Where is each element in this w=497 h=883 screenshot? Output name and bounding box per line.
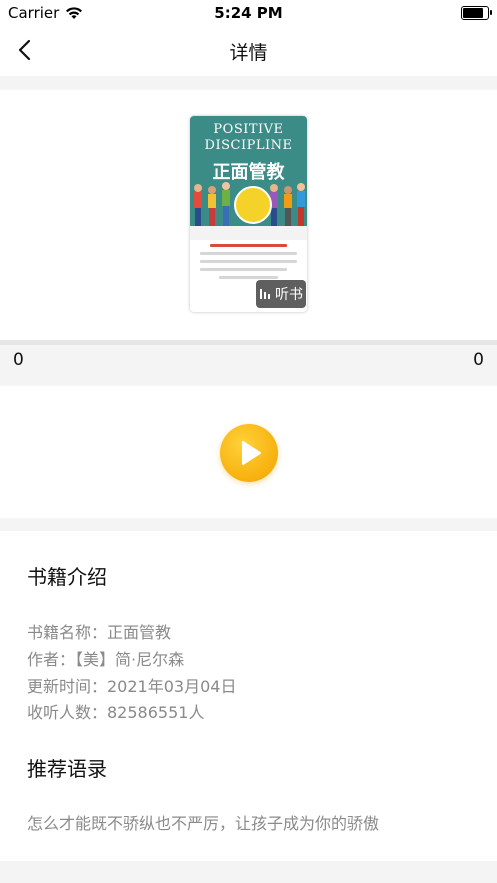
listen-button[interactable]: 听书 (256, 280, 306, 308)
battery-icon (461, 6, 492, 20)
page-title: 详情 (229, 41, 268, 64)
chevron-left-icon (18, 39, 31, 61)
updated-line: 更新时间：2021年03月04日 (27, 677, 237, 696)
quotes-heading: 推荐语录 (27, 757, 107, 781)
status-bar: Carrier 5:24 PM (0, 0, 497, 26)
intro-heading: 书籍介绍 (27, 565, 107, 589)
author-line: 作者：【美】简·尼尔森 (27, 650, 185, 669)
listen-label: 听书 (275, 287, 303, 303)
book-cover[interactable]: POSITIVE DISCIPLINE 正面管教 听书 (190, 116, 307, 312)
cover-title-line2: DISCIPLINE (204, 138, 293, 153)
play-icon (242, 441, 261, 465)
total-time: 0 (473, 350, 484, 370)
status-time: 5:24 PM (214, 4, 283, 22)
progress-section: 0 0 (0, 340, 497, 386)
cover-section: POSITIVE DISCIPLINE 正面管教 听书 (0, 90, 497, 340)
play-section (0, 386, 497, 518)
quote-text: 怎么才能既不骄纵也不严厉，让孩子成为你的骄傲 (27, 814, 380, 833)
progress-slider[interactable] (0, 340, 497, 345)
back-button[interactable] (14, 38, 38, 62)
play-button[interactable] (220, 424, 278, 482)
listeners-line: 收听人数：82586551人 (27, 703, 205, 722)
book-name-line: 书籍名称：正面管教 (27, 623, 172, 642)
cover-title-line1: POSITIVE (213, 122, 284, 137)
audio-bars-icon (260, 289, 270, 299)
info-section: 书籍介绍 书籍名称：正面管教 作者：【美】简·尼尔森 更新时间：2021年03月… (0, 531, 497, 861)
cover-badge (234, 186, 272, 224)
cover-text-lines (200, 244, 297, 284)
nav-bar: 详情 (0, 26, 497, 76)
battery-fill (463, 8, 483, 18)
current-time: 0 (13, 350, 24, 370)
